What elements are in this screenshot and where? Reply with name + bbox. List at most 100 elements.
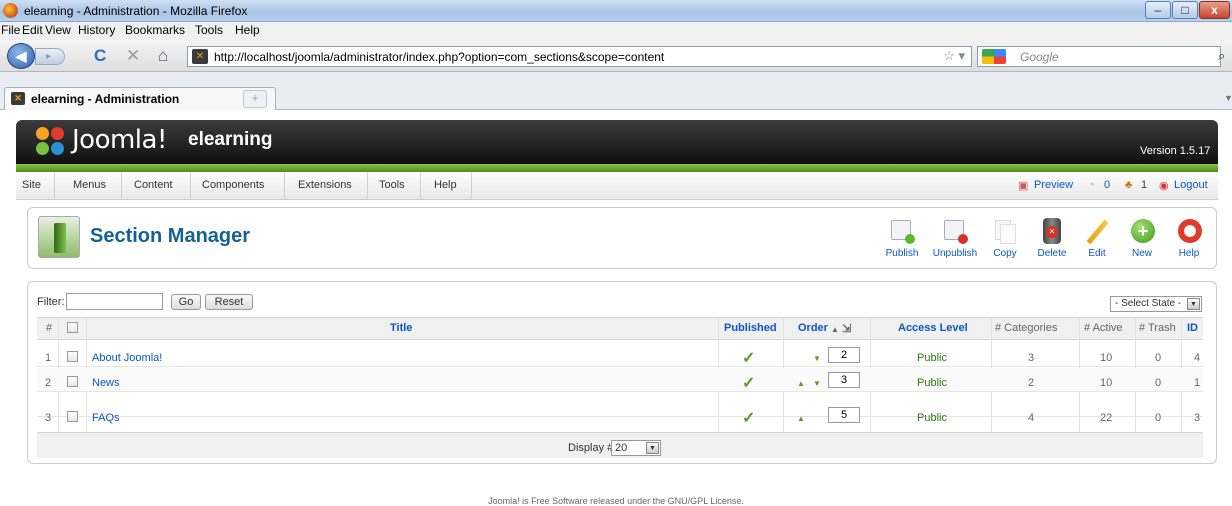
admin-menu-components[interactable]: Components xyxy=(202,179,264,191)
row-num: 2 xyxy=(45,377,52,389)
row-checkbox[interactable] xyxy=(67,376,78,387)
bookmark-star-icon[interactable]: ☆ ▾ xyxy=(943,48,965,64)
trash-count: 0 xyxy=(1155,412,1162,424)
logout-link[interactable]: Logout xyxy=(1174,179,1208,191)
row-checkbox[interactable] xyxy=(67,411,78,422)
active-count: 10 xyxy=(1100,352,1113,364)
preview-link[interactable]: Preview xyxy=(1034,179,1073,191)
new-button[interactable]: + New xyxy=(1117,218,1167,264)
select-all-checkbox[interactable] xyxy=(67,322,78,333)
unpublish-button[interactable]: Unpublish xyxy=(930,218,980,264)
filter-input[interactable] xyxy=(66,293,163,310)
menu-view[interactable]: View xyxy=(45,23,71,37)
copy-button[interactable]: Copy xyxy=(980,218,1030,264)
new-tab-button[interactable]: + xyxy=(243,90,267,108)
admin-menu-content[interactable]: Content xyxy=(134,179,173,191)
edit-button[interactable]: Edit xyxy=(1072,218,1122,264)
display-count-select[interactable]: 20 ▼ xyxy=(611,440,661,456)
trash-count: 0 xyxy=(1155,352,1162,364)
trash-count: 0 xyxy=(1155,377,1162,389)
row-num: 3 xyxy=(45,412,52,424)
col-title[interactable]: Title xyxy=(390,322,412,334)
delete-button[interactable]: ✕ Delete xyxy=(1027,218,1077,264)
header-strip xyxy=(16,164,1218,172)
order-input[interactable] xyxy=(828,407,860,423)
logout-icon: ◉ xyxy=(1159,180,1169,192)
row-title-link[interactable]: FAQs xyxy=(92,412,120,424)
address-bar[interactable]: ✕ http://localhost/joomla/administrator/… xyxy=(187,46,972,67)
copy-icon xyxy=(992,218,1018,244)
menu-tools[interactable]: Tools xyxy=(195,23,223,37)
tab-list-arrow-icon[interactable]: ▼ xyxy=(1224,93,1232,103)
save-order-icon[interactable]: ⇲ xyxy=(842,322,851,335)
row-title-link[interactable]: News xyxy=(92,377,120,389)
order-input[interactable] xyxy=(828,347,860,363)
col-access-level[interactable]: Access Level xyxy=(898,322,968,334)
categories-count: 3 xyxy=(1028,352,1035,364)
close-button[interactable]: x xyxy=(1199,1,1230,19)
google-icon[interactable] xyxy=(982,49,1006,64)
version-label: Version 1.5.17 xyxy=(1140,145,1211,157)
published-check-icon[interactable]: ✓ xyxy=(742,373,755,393)
move-down-icon[interactable]: ▼ xyxy=(813,354,821,363)
published-check-icon[interactable]: ✓ xyxy=(742,348,755,368)
order-input[interactable] xyxy=(828,372,860,388)
tab-elearning[interactable]: ✕ elearning - Administration xyxy=(4,87,276,110)
firefox-icon xyxy=(3,3,18,18)
col-published[interactable]: Published xyxy=(724,322,777,334)
col-order[interactable]: Order xyxy=(798,322,828,334)
go-button[interactable]: Go xyxy=(171,294,201,310)
messages-count[interactable]: 0 xyxy=(1104,179,1110,191)
menu-bookmarks[interactable]: Bookmarks xyxy=(125,23,185,37)
maximize-button[interactable]: □ xyxy=(1172,1,1198,19)
joomla-logo-icon xyxy=(34,125,68,157)
access-level-link[interactable]: Public xyxy=(917,412,947,424)
col-id[interactable]: ID xyxy=(1187,322,1198,334)
col-active: # Active xyxy=(1084,322,1123,334)
reset-button[interactable]: Reset xyxy=(205,294,253,310)
row-checkbox[interactable] xyxy=(67,351,78,362)
access-level-link[interactable]: Public xyxy=(917,377,947,389)
admin-menu-help[interactable]: Help xyxy=(434,179,457,191)
home-icon[interactable]: ⌂ xyxy=(158,47,168,65)
row-title-link[interactable]: About Joomla! xyxy=(92,352,162,364)
lifebuoy-icon xyxy=(1176,218,1202,244)
users-count: 1 xyxy=(1141,179,1148,191)
url-text[interactable]: http://localhost/joomla/administrator/in… xyxy=(214,50,664,64)
menu-edit[interactable]: Edit xyxy=(22,23,43,37)
forward-button[interactable]: ▸ xyxy=(35,48,65,65)
reload-icon[interactable]: C xyxy=(94,47,106,65)
move-up-icon[interactable]: ▲ xyxy=(797,379,805,388)
access-level-link[interactable]: Public xyxy=(917,352,947,364)
menu-history[interactable]: History xyxy=(78,23,115,37)
back-button[interactable]: ◀ xyxy=(7,43,35,69)
active-count: 10 xyxy=(1100,377,1113,389)
plus-icon: + xyxy=(1129,218,1155,244)
users-icon: ♣ xyxy=(1125,179,1133,191)
admin-menu-extensions[interactable]: Extensions xyxy=(298,179,352,191)
menu-help[interactable]: Help xyxy=(235,23,260,37)
col-trash: # Trash xyxy=(1139,322,1176,334)
minimize-button[interactable]: – xyxy=(1145,1,1171,19)
move-down-icon[interactable]: ▼ xyxy=(813,379,821,388)
admin-menu-site[interactable]: Site xyxy=(22,179,41,191)
published-check-icon[interactable]: ✓ xyxy=(742,408,755,428)
categories-count: 2 xyxy=(1028,377,1035,389)
search-icon[interactable]: ⌕ xyxy=(1218,48,1225,64)
filter-label: Filter: xyxy=(37,296,65,308)
window-title: elearning - Administration - Mozilla Fir… xyxy=(24,4,248,18)
chevron-down-icon: ▼ xyxy=(646,442,659,454)
admin-menu-tools[interactable]: Tools xyxy=(379,179,405,191)
site-favicon-icon: ✕ xyxy=(192,49,208,64)
state-select[interactable]: - Select State - ▼ xyxy=(1110,296,1202,312)
publish-button[interactable]: Publish xyxy=(877,218,927,264)
search-bar[interactable]: Google xyxy=(977,46,1221,67)
menu-file[interactable]: File xyxy=(1,23,20,37)
admin-menu-menus[interactable]: Menus xyxy=(73,179,106,191)
publish-icon xyxy=(889,218,915,244)
move-up-icon[interactable]: ▲ xyxy=(797,414,805,423)
stop-icon[interactable]: ✕ xyxy=(126,47,140,65)
help-button[interactable]: Help xyxy=(1164,218,1214,264)
search-input[interactable]: Google xyxy=(1020,50,1059,64)
preview-icon: ▣ xyxy=(1018,180,1029,192)
